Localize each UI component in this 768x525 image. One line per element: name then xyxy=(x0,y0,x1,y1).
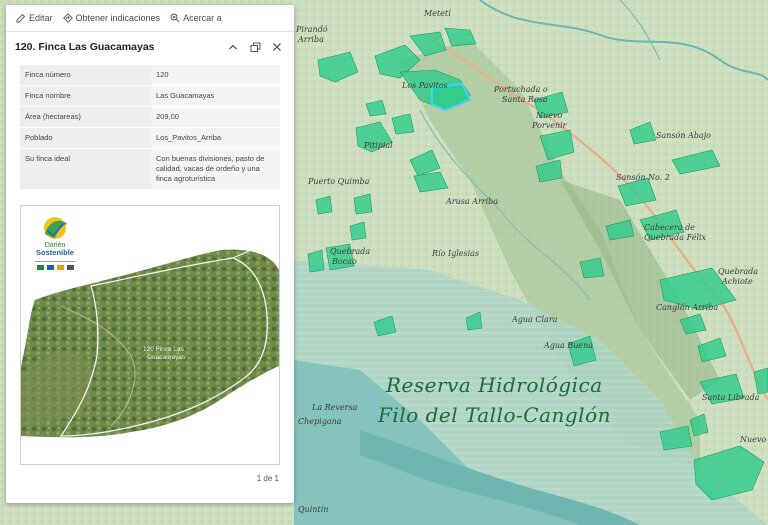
close-icon xyxy=(273,43,281,51)
dock-icon xyxy=(250,42,260,52)
attribute-value: Los_Pavitos_Arriba xyxy=(151,127,280,149)
svg-text:Porvenir: Porvenir xyxy=(531,121,568,130)
directions-label: Obtener indicaciones xyxy=(75,13,161,23)
svg-text:Agua Buena: Agua Buena xyxy=(543,341,593,350)
edit-button[interactable]: Editar xyxy=(16,13,53,23)
svg-text:Cabecera de: Cabecera de xyxy=(644,223,695,232)
svg-text:Nuevo: Nuevo xyxy=(739,435,766,444)
svg-text:Canglón Arriba: Canglón Arriba xyxy=(656,303,718,312)
svg-text:Puerto Quimba: Puerto Quimba xyxy=(307,177,370,186)
svg-text:Pitipial: Pitipial xyxy=(363,141,393,150)
map-label: Metetí xyxy=(423,9,452,18)
table-row: Poblado Los_Pavitos_Arriba xyxy=(20,127,280,149)
svg-text:Agua Clara: Agua Clara xyxy=(511,315,558,324)
svg-text:Sansón Abajo: Sansón Abajo xyxy=(656,131,711,140)
popup-toolbar: Editar Obtener indicaciones Acercar a xyxy=(6,5,294,32)
reserve-title-line1: Reserva Hidrológica xyxy=(385,373,603,397)
svg-text:Chepigana: Chepigana xyxy=(298,417,342,426)
zoom-to-label: Acercar a xyxy=(183,13,222,23)
attribute-key: Finca número xyxy=(20,65,151,86)
attribute-value: Con buenas divisiones, pasto de calidad,… xyxy=(151,148,280,190)
dock-button[interactable] xyxy=(246,38,264,56)
svg-text:La Reversa: La Reversa xyxy=(311,403,358,412)
attribute-value: Las Guacamayas xyxy=(151,85,280,107)
popup-header: 120. Finca Las Guacamayas xyxy=(6,32,294,62)
table-row: Área (hectareas) 209,00 xyxy=(20,106,280,128)
close-button[interactable] xyxy=(268,38,286,56)
svg-text:Santa Rosa: Santa Rosa xyxy=(502,95,548,104)
svg-text:Sansón No. 2: Sansón No. 2 xyxy=(616,173,670,182)
parcel-label-line2: Guacamayas xyxy=(147,354,186,361)
svg-text:Santa Librada: Santa Librada xyxy=(702,393,760,402)
svg-text:Quebrada: Quebrada xyxy=(718,267,758,276)
zoom-icon xyxy=(170,13,180,23)
directions-icon xyxy=(62,13,73,23)
collapse-button[interactable] xyxy=(224,38,242,56)
svg-text:Bocao: Bocao xyxy=(331,257,357,266)
zoom-to-button[interactable]: Acercar a xyxy=(170,13,222,23)
popup-title: 120. Finca Las Guacamayas xyxy=(15,41,155,53)
svg-text:Achiote: Achiote xyxy=(721,277,753,286)
attribute-value: 209,00 xyxy=(151,106,280,128)
reserve-title-line2: Filo del Tallo-Canglón xyxy=(377,403,611,427)
feature-popup: Editar Obtener indicaciones Acercar a 12… xyxy=(6,5,294,503)
directions-button[interactable]: Obtener indicaciones xyxy=(62,13,161,23)
farm-image[interactable]: Darién Sostenible 120 Finca Las Guacamay… xyxy=(20,205,280,465)
edit-icon xyxy=(16,13,26,23)
logo-text-line2: Sostenible xyxy=(36,248,74,257)
table-row: Finca número 120 xyxy=(20,65,280,86)
table-row: Su finca ideal Con buenas divisiones, pa… xyxy=(20,148,280,190)
attribute-table: Finca número 120 Finca nombre Las Guacam… xyxy=(20,65,280,190)
attribute-value: 120 xyxy=(151,65,280,86)
svg-text:Nuevo: Nuevo xyxy=(535,111,562,120)
svg-text:Portuchada o: Portuchada o xyxy=(493,85,548,94)
attribute-key: Área (hectareas) xyxy=(20,106,151,128)
table-row: Finca nombre Las Guacamayas xyxy=(20,85,280,107)
svg-text:Pirandó: Pirandó xyxy=(295,25,328,34)
darien-sostenible-logo: Darién Sostenible xyxy=(35,217,75,270)
pagination-label: 1 de 1 xyxy=(256,474,279,483)
attribute-key: Poblado xyxy=(20,127,151,149)
svg-text:Arusa Arriba: Arusa Arriba xyxy=(445,197,498,206)
svg-text:Quintín: Quintín xyxy=(298,505,328,514)
svg-text:Río Iglesias: Río Iglesias xyxy=(431,249,479,258)
attribute-key: Su finca ideal xyxy=(20,148,151,190)
svg-text:Arriba: Arriba xyxy=(297,35,324,44)
attribute-key: Finca nombre xyxy=(20,85,151,107)
parcel-label-line1: 120 Finca Las xyxy=(143,346,185,353)
edit-label: Editar xyxy=(29,13,53,23)
svg-text:Quebrada Félix: Quebrada Félix xyxy=(644,233,707,242)
svg-text:Quebrada: Quebrada xyxy=(330,247,370,256)
collapse-icon xyxy=(229,44,237,50)
svg-text:Los Pavitos: Los Pavitos xyxy=(401,81,448,90)
